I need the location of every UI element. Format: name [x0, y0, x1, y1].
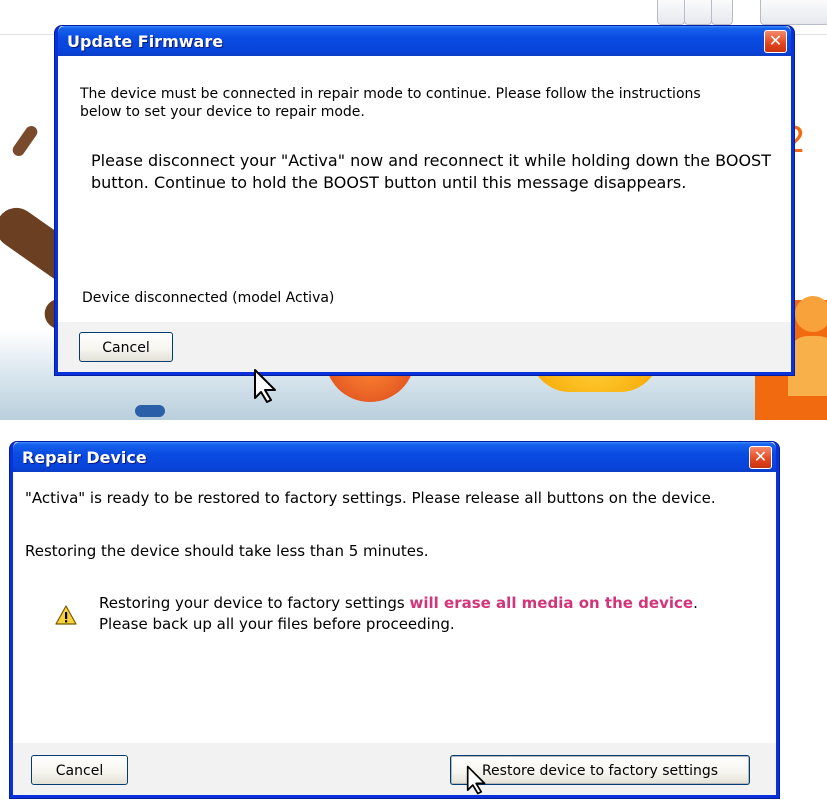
maximize-button[interactable] [684, 0, 712, 25]
device-status-text: Device disconnected (model Activa) [82, 290, 335, 306]
cancel-button[interactable]: Cancel [79, 332, 173, 362]
close-icon: ✕ [753, 447, 768, 466]
runner-image [10, 123, 40, 159]
repair-device-dialog: Repair Device ✕ "Activa" is ready to be … [10, 442, 779, 798]
close-button[interactable]: ✕ [764, 30, 787, 53]
warning-emphasis: will erase all media on the device [409, 594, 694, 612]
window-button[interactable] [711, 0, 733, 25]
dialog-titlebar[interactable]: Update Firmware ✕ [58, 26, 791, 56]
dialog-body: The device must be connected in repair m… [58, 56, 791, 372]
cancel-button[interactable]: Cancel [31, 755, 128, 785]
warning-prefix: Restoring your device to factory setting… [99, 594, 410, 612]
duration-text: Restoring the device should take less th… [25, 542, 429, 560]
dialog-footer: Cancel Restore device to factory setting… [13, 743, 776, 795]
intro-text: The device must be connected in repair m… [80, 86, 701, 120]
mouse-cursor-icon [254, 369, 276, 403]
dialog-title: Repair Device [22, 448, 147, 467]
ready-text: "Activa" is ready to be restored to fact… [25, 489, 716, 507]
instruction-text: Please disconnect your "Activa" now and … [91, 151, 771, 192]
warning-icon [55, 605, 77, 625]
user-figure-icon [795, 296, 827, 332]
minimize-button[interactable] [657, 0, 685, 25]
runner-image [135, 405, 165, 417]
warning-text: Restoring your device to factory setting… [99, 593, 719, 635]
mouse-cursor-icon [466, 765, 486, 795]
app-menu-button[interactable] [760, 0, 827, 25]
dialog-titlebar[interactable]: Repair Device ✕ [13, 442, 776, 472]
dialog-body: "Activa" is ready to be restored to fact… [13, 472, 776, 795]
close-icon: ✕ [768, 31, 783, 50]
dialog-title: Update Firmware [67, 32, 224, 51]
update-firmware-dialog: Update Firmware ✕ The device must be con… [55, 26, 794, 375]
dialog-footer: Cancel [58, 322, 791, 372]
restore-factory-settings-button[interactable]: Restore device to factory settings [450, 755, 750, 785]
close-button[interactable]: ✕ [749, 446, 772, 469]
